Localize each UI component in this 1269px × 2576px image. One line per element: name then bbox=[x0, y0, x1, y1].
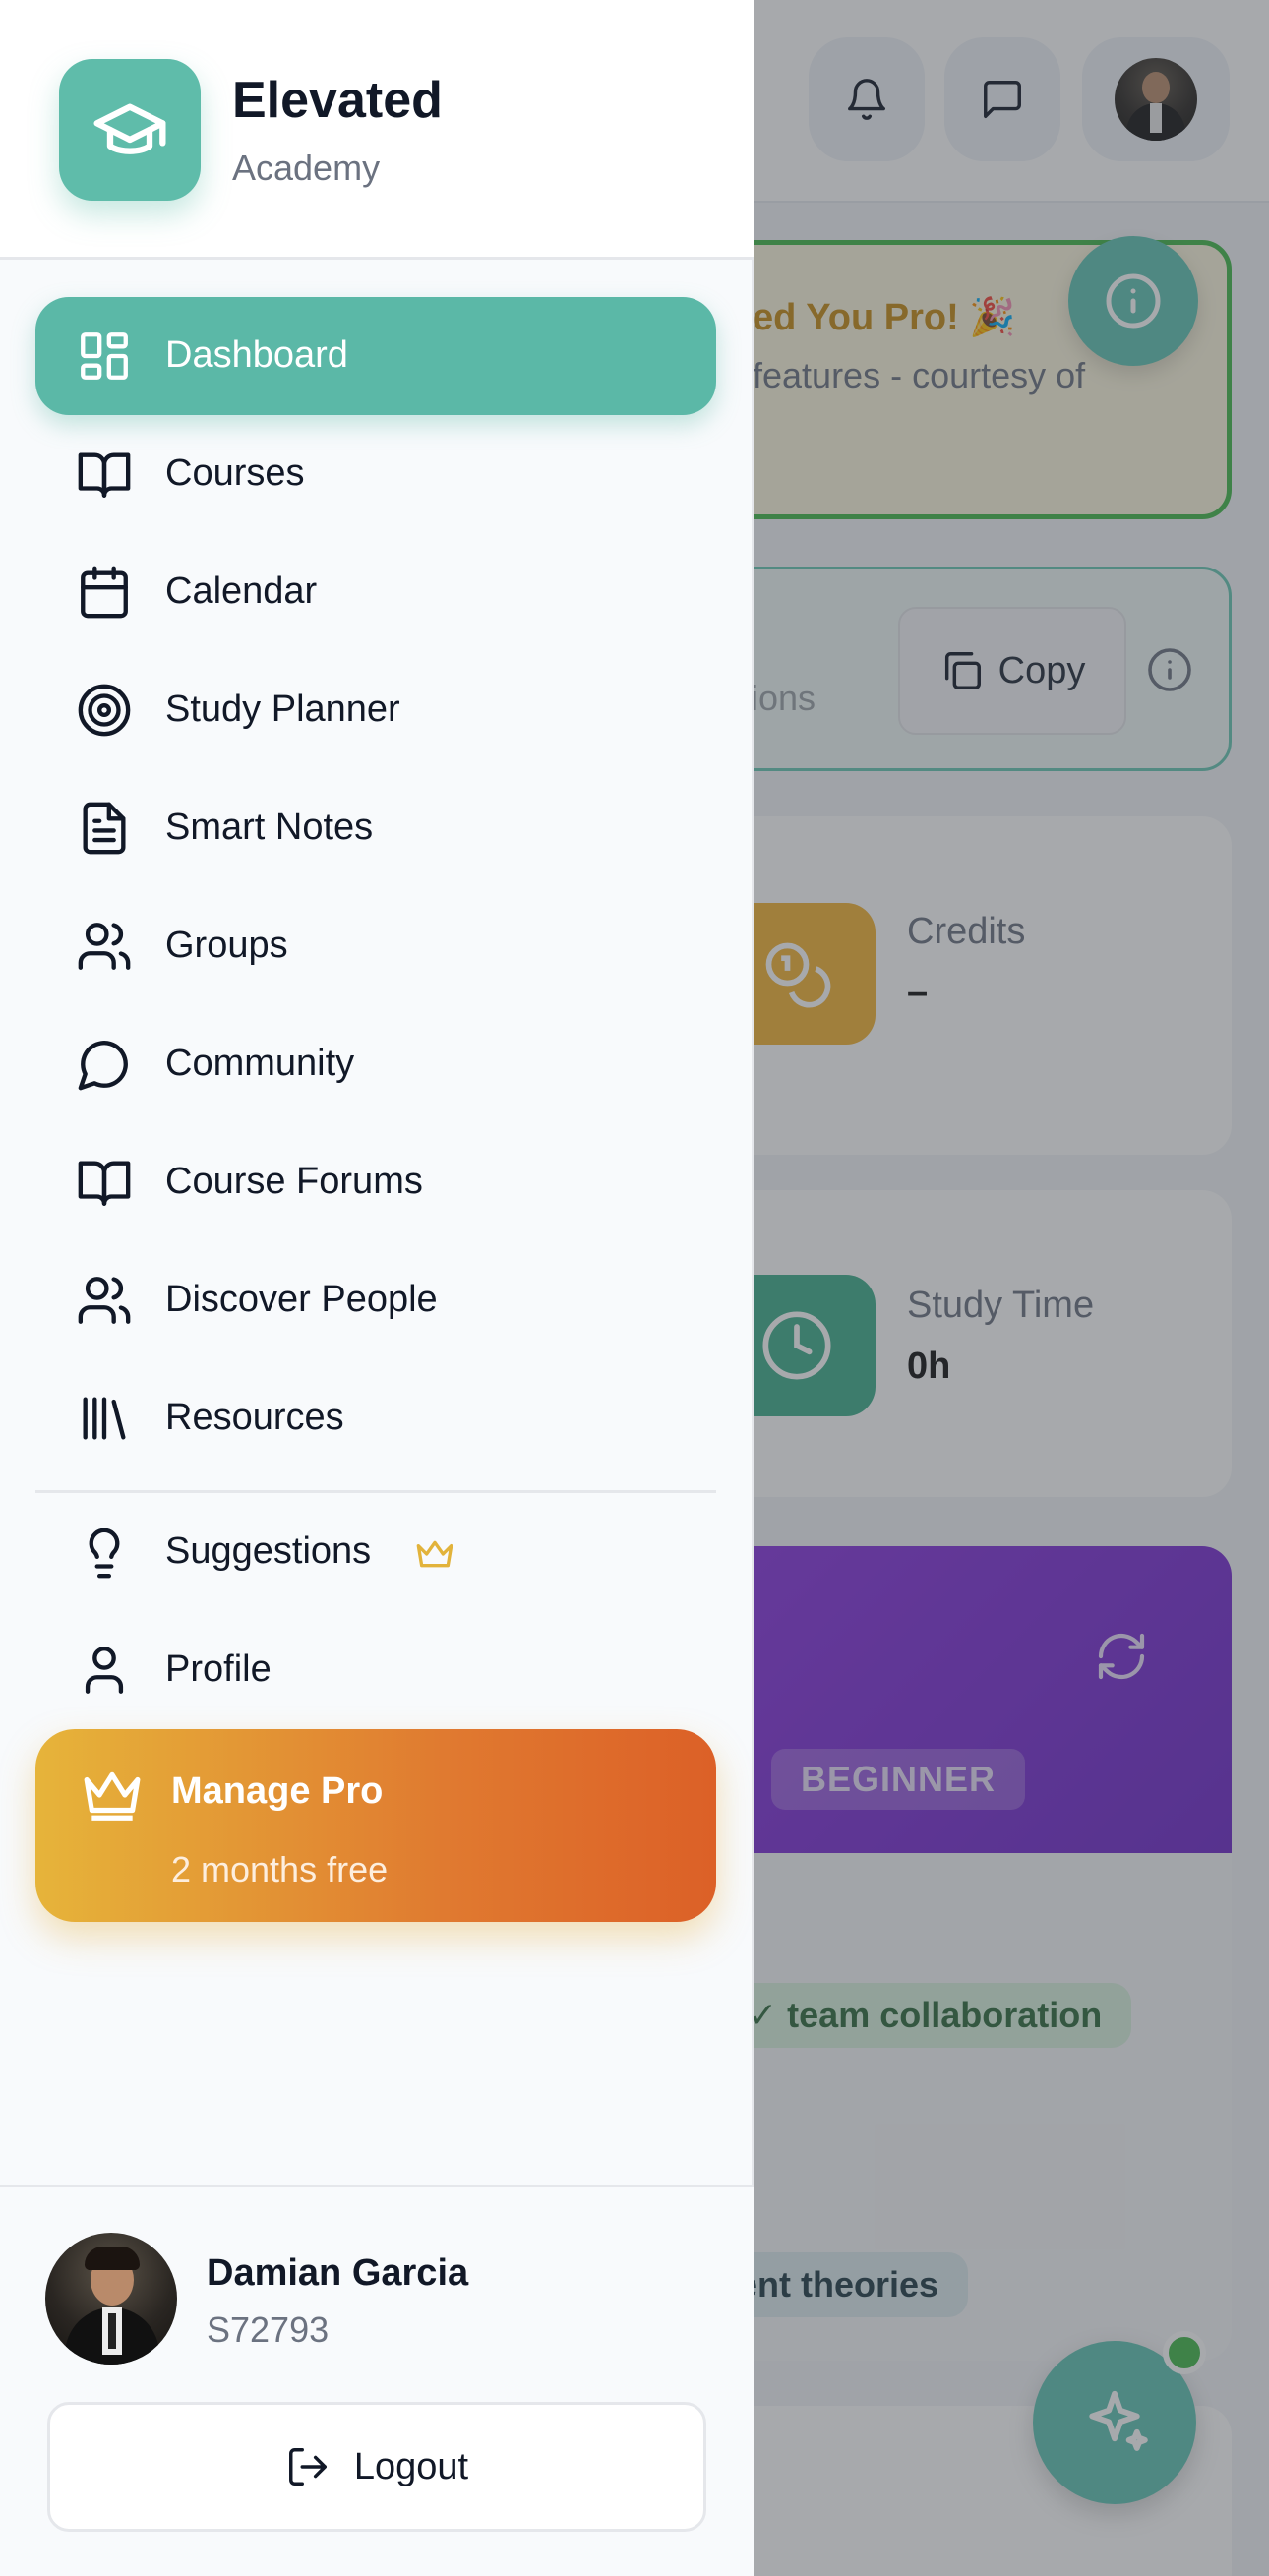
pro-title: Manage Pro bbox=[171, 1770, 384, 1812]
nav-item-profile[interactable]: Profile bbox=[35, 1611, 716, 1729]
nav-item-resources[interactable]: Resources bbox=[35, 1359, 716, 1477]
nav-item-calendar[interactable]: Calendar bbox=[35, 533, 716, 651]
nav-label: Suggestions bbox=[165, 1530, 372, 1572]
user-name: Damian Garcia bbox=[207, 2252, 469, 2294]
brand-name: Elevated bbox=[232, 72, 443, 129]
nav-item-dashboard[interactable]: Dashboard bbox=[35, 297, 716, 415]
pro-subtitle: 2 months free bbox=[171, 1849, 389, 1889]
logout-label: Logout bbox=[353, 2445, 469, 2487]
user-icon bbox=[75, 1641, 134, 1700]
nav-item-groups[interactable]: Groups bbox=[35, 887, 716, 1005]
library-icon bbox=[75, 1389, 134, 1448]
nav-item-suggestions[interactable]: Suggestions bbox=[35, 1493, 716, 1611]
dashboard-icon bbox=[75, 327, 134, 386]
file-text-icon bbox=[75, 799, 134, 858]
nav-item-courses[interactable]: Courses bbox=[35, 415, 716, 533]
nav-item-community[interactable]: Community bbox=[35, 1005, 716, 1123]
nav-item-discover-people[interactable]: Discover People bbox=[35, 1241, 716, 1359]
users-icon bbox=[75, 1271, 134, 1330]
user-id: S72793 bbox=[207, 2309, 330, 2350]
side-drawer: Elevated Academy Dashboard Courses Calen… bbox=[0, 0, 754, 2576]
nav-item-smart-notes[interactable]: Smart Notes bbox=[35, 769, 716, 887]
crown-icon bbox=[416, 1540, 453, 1568]
target-icon bbox=[75, 681, 134, 740]
logout-icon bbox=[288, 2448, 327, 2486]
nav-item-course-forums[interactable]: Course Forums bbox=[35, 1123, 716, 1241]
nav-label: Groups bbox=[165, 925, 288, 966]
book-open-icon bbox=[75, 445, 134, 504]
nav-label: Calendar bbox=[165, 570, 318, 612]
nav-item-study-planner[interactable]: Study Planner bbox=[35, 651, 716, 769]
brand-header: Elevated Academy bbox=[0, 0, 754, 260]
avatar bbox=[45, 2233, 177, 2365]
nav-label: Resources bbox=[165, 1397, 344, 1438]
crown-icon bbox=[84, 1771, 141, 1821]
brand-subtitle: Academy bbox=[232, 148, 381, 188]
lightbulb-icon bbox=[75, 1523, 134, 1582]
nav-label: Dashboard bbox=[165, 334, 348, 376]
nav-label: Smart Notes bbox=[165, 807, 374, 848]
nav-label: Profile bbox=[165, 1648, 272, 1690]
calendar-icon bbox=[75, 563, 134, 622]
logout-button[interactable]: Logout bbox=[47, 2402, 706, 2532]
user-section: Damian Garcia S72793 Logout bbox=[0, 2185, 754, 2576]
nav-label: Study Planner bbox=[165, 689, 400, 730]
nav-label: Discover People bbox=[165, 1279, 438, 1320]
users-icon bbox=[75, 917, 134, 976]
message-circle-icon bbox=[75, 1035, 134, 1094]
book-open-icon bbox=[75, 1153, 134, 1212]
graduation-cap-icon bbox=[59, 59, 201, 201]
nav-label: Community bbox=[165, 1043, 355, 1084]
nav-label: Course Forums bbox=[165, 1161, 423, 1202]
manage-pro-button[interactable]: Manage Pro 2 months free bbox=[35, 1729, 716, 1922]
nav-label: Courses bbox=[165, 452, 305, 494]
